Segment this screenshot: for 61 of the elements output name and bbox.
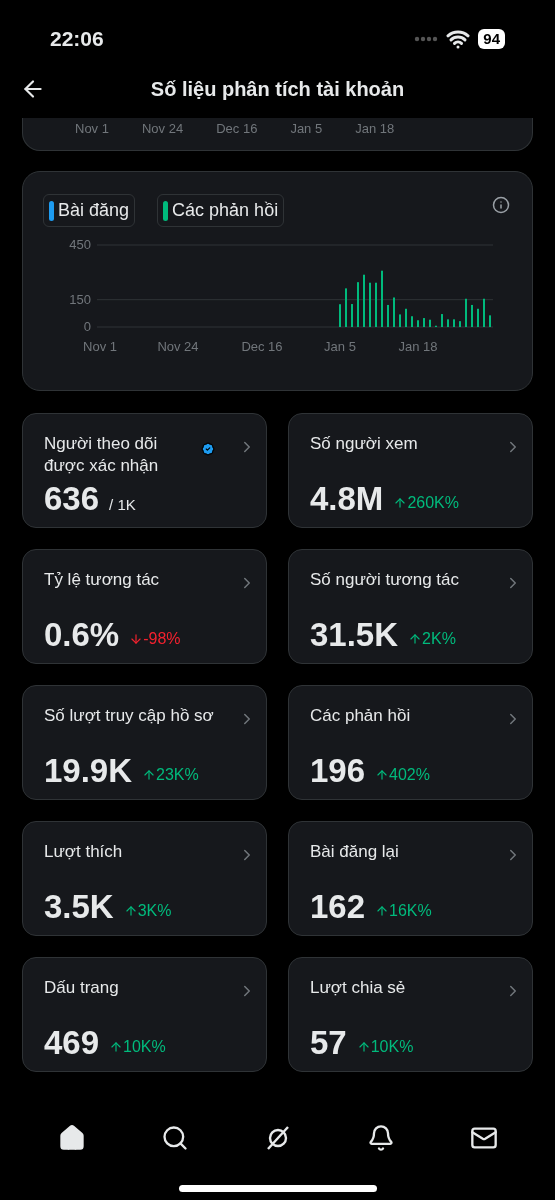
metric-title: Người theo dõi được xác nhận	[44, 433, 160, 477]
metric-value: 4.8M	[310, 480, 384, 518]
y-tick-label: 150	[69, 291, 91, 307]
info-icon[interactable]	[492, 196, 510, 214]
metric-value: 0.6%	[44, 616, 120, 654]
metric-value: 19.9K	[44, 752, 133, 790]
metric-title: Số người tương tác	[310, 569, 459, 591]
x-tick-label: Nov 1	[75, 120, 109, 139]
x-tick-label: Jan 18	[355, 120, 395, 139]
x-tick-label: Dec 16	[241, 339, 283, 354]
metric-card[interactable]: Lượt chia sẻ 57 10K%	[288, 957, 533, 1072]
x-tick-label: Jan 18	[398, 339, 438, 354]
metric-change: 23K%	[156, 765, 199, 785]
signal-dots-icon	[414, 36, 439, 42]
x-tick-label: Dec 16	[216, 120, 258, 139]
page-title: Số liệu phân tích tài khoản	[149, 77, 406, 102]
x-tick-label: Nov 24	[157, 339, 199, 354]
metric-change: 10K%	[370, 1037, 414, 1057]
metric-card[interactable]: Tỷ lệ tương tác 0.6% -98%	[22, 549, 267, 664]
metric-title: Các phản hồi	[310, 705, 411, 727]
metric-value: 3.5K	[44, 888, 114, 926]
x-tick-label: Nov 24	[141, 120, 184, 139]
metric-title: Tỷ lệ tương tác	[44, 569, 160, 591]
metric-card[interactable]: Các phản hồi 196 402%	[288, 685, 533, 800]
metric-title: Lượt thích	[44, 841, 123, 863]
metric-card[interactable]: Người theo dõi được xác nhận 636 / 1K	[22, 413, 267, 528]
metric-total: / 1K	[109, 495, 136, 515]
metric-change: 402%	[389, 765, 430, 785]
metric-card[interactable]: Dấu trang 469 10K%	[22, 957, 267, 1072]
home-icon[interactable]	[57, 1124, 86, 1152]
y-tick-label: 450	[69, 237, 91, 252]
metric-value: 162	[310, 888, 366, 926]
metric-card[interactable]: Số người xem 4.8M 260K%	[288, 413, 533, 528]
metric-title: Dấu trang	[44, 977, 119, 999]
bell-icon[interactable]	[366, 1124, 395, 1152]
x-tick-label: Jan 5	[290, 120, 323, 139]
metric-change: 260K%	[407, 493, 459, 513]
status-time: 22:06	[50, 26, 104, 53]
x-tick-label: Nov 1	[83, 339, 117, 354]
metric-card[interactable]: Lượt thích 3.5K 3K%	[22, 821, 267, 936]
metric-card[interactable]: Bài đăng lại 162 16K%	[288, 821, 533, 936]
metric-change: -98%	[143, 629, 181, 649]
battery-indicator: 94	[478, 29, 505, 49]
x-tick-label: Jan 5	[324, 339, 356, 354]
metric-card[interactable]: Số lượt truy cập hồ sơ 19.9K 23K%	[22, 685, 267, 800]
metric-value: 57	[310, 1024, 347, 1062]
metric-title: Số người xem	[310, 433, 418, 455]
metric-change: 10K%	[123, 1037, 166, 1057]
metric-card[interactable]: Số người tương tác 31.5K 2K%	[288, 549, 533, 664]
metric-title: Lượt chia sẻ	[310, 977, 406, 999]
metric-title: Bài đăng lại	[310, 841, 399, 863]
metric-value: 469	[44, 1024, 100, 1062]
search-icon[interactable]	[160, 1124, 189, 1152]
metric-value: 31.5K	[310, 616, 399, 654]
metric-value: 196	[310, 752, 366, 790]
metric-value: 636	[44, 480, 100, 518]
y-tick-label: 0	[83, 319, 91, 334]
metric-change: 16K%	[389, 901, 432, 921]
metric-change: 2K%	[422, 629, 456, 649]
metric-change: 3K%	[137, 901, 172, 921]
metric-title: Số lượt truy cập hồ sơ	[44, 705, 214, 727]
